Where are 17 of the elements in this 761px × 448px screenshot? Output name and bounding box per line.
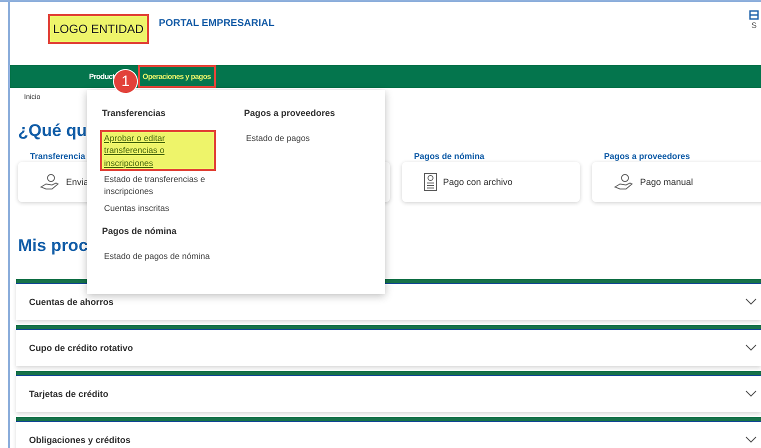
card-action: Pago manual [640,177,694,187]
card-title: Pagos de nómina [414,151,484,161]
accordion-label: Obligaciones y créditos [29,434,131,444]
section-heading: Mis proc [18,236,88,256]
accordion-label: Cupo de crédito rotativo [29,342,134,352]
card-title: Pagos a proveedores [604,151,690,161]
card-action: Pago con archivo [443,177,513,187]
portal-title: PORTAL EMPRESARIAL [158,18,274,29]
menu-group-title: Pagos a proveedores [244,108,336,118]
accordion-label: Tarjetas de crédito [29,388,108,398]
accordion-label: Cuentas de ahorros [29,296,114,306]
step-badge: 1 [114,70,137,93]
menu-group-title: Pagos de nómina [102,226,178,236]
menu-group-title: Transferencias [102,108,167,118]
card-title: Transferencia [30,151,86,161]
logo: LOGO ENTIDAD [50,16,147,42]
section-heading: ¿Qué qu [18,121,87,141]
